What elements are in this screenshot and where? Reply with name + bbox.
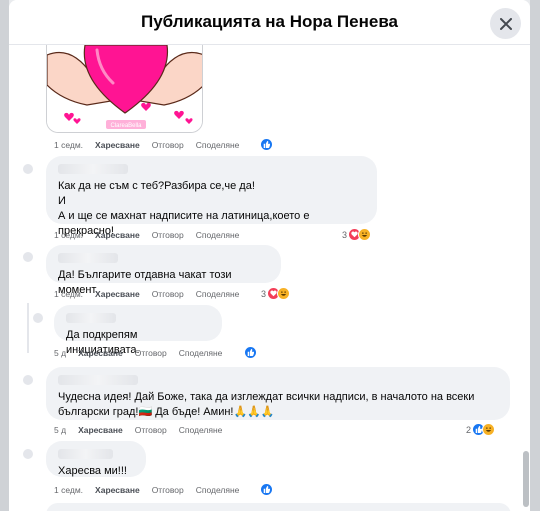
like-reaction-icon bbox=[260, 138, 273, 151]
like-button[interactable]: Харесване bbox=[78, 425, 123, 435]
scrollbar-thumb[interactable] bbox=[523, 451, 529, 507]
share-button[interactable]: Споделяне bbox=[179, 425, 223, 435]
share-button[interactable]: Споделяне bbox=[179, 348, 223, 358]
comment-text-line: български град!🇧🇬 Да бъде! Амин!🙏🙏🙏 bbox=[58, 406, 275, 418]
like-button[interactable]: Харесване bbox=[78, 348, 123, 358]
background-right bbox=[530, 0, 540, 511]
comment-text-line: И bbox=[58, 195, 66, 207]
comment-actions: 1 седм. Харесване Отговор Споделяне bbox=[54, 485, 251, 495]
comment-actions: 5 д Харесване Отговор Споделяне bbox=[54, 348, 234, 358]
like-button[interactable]: Харесване bbox=[95, 289, 140, 299]
share-button[interactable]: Споделяне bbox=[196, 230, 240, 240]
share-button[interactable]: Споделяне bbox=[196, 289, 240, 299]
reply-button[interactable]: Отговор bbox=[152, 485, 184, 495]
thread-line bbox=[27, 303, 29, 353]
comment-bubble: Как да не съм с теб?Разбира се,че да! И … bbox=[46, 156, 377, 237]
sticker-watermark: ClareaBella bbox=[110, 123, 142, 129]
comment-image[interactable]: ClareaBella bbox=[46, 45, 203, 133]
commenter-name[interactable] bbox=[58, 449, 113, 459]
share-button[interactable]: Споделяне bbox=[196, 485, 240, 495]
like-button[interactable]: Харесване bbox=[95, 140, 140, 150]
comments-list: ClareaBella 1 седм. Харесване Отговор Сп… bbox=[9, 45, 530, 511]
next-comment-bubble bbox=[46, 503, 511, 511]
reply-button[interactable]: Отговор bbox=[152, 289, 184, 299]
haha-reaction-icon bbox=[277, 287, 291, 300]
comment-actions: 1 седм. Харесване Отговор Споделяне bbox=[54, 289, 251, 299]
reactions[interactable]: 3 bbox=[342, 228, 372, 241]
comment-time[interactable]: 5 д bbox=[54, 348, 66, 358]
reaction-count: 3 bbox=[342, 229, 348, 240]
reply-button[interactable]: Отговор bbox=[152, 140, 184, 150]
haha-reaction-icon bbox=[482, 423, 496, 436]
reaction-count: 2 bbox=[466, 424, 472, 435]
share-button[interactable]: Споделяне bbox=[196, 140, 240, 150]
close-icon bbox=[499, 17, 512, 30]
comment-time[interactable]: 1 седм. bbox=[54, 140, 83, 150]
like-button[interactable]: Харесване bbox=[95, 230, 140, 240]
comment-time[interactable]: 1 седм. bbox=[54, 230, 83, 240]
reaction-count: 3 bbox=[261, 288, 267, 299]
dialog-header: Публикацията на Нора Пенева bbox=[9, 0, 530, 45]
like-reaction-icon bbox=[260, 483, 273, 496]
heart-sticker: ClareaBella bbox=[47, 45, 202, 132]
commenter-name[interactable] bbox=[58, 253, 118, 263]
reactions[interactable]: 2 bbox=[466, 423, 496, 436]
avatar[interactable] bbox=[23, 375, 33, 385]
reactions[interactable] bbox=[244, 346, 257, 359]
comment-actions: 1 седм. Харесване Отговор Споделяне bbox=[54, 230, 251, 240]
comment-bubble: Да подкрепям инициативата. bbox=[54, 305, 222, 356]
commenter-name[interactable] bbox=[58, 375, 138, 385]
reactions[interactable] bbox=[260, 138, 273, 151]
avatar[interactable] bbox=[23, 449, 33, 459]
reply-button[interactable]: Отговор bbox=[152, 230, 184, 240]
reply-button[interactable]: Отговор bbox=[135, 425, 167, 435]
dialog-title: Публикацията на Нора Пенева bbox=[140, 12, 399, 31]
haha-reaction-icon bbox=[358, 228, 372, 241]
reactions[interactable]: 3 bbox=[261, 287, 291, 300]
comment-actions: 1 седм. Харесване Отговор Споделяне bbox=[54, 140, 251, 150]
avatar[interactable] bbox=[23, 164, 33, 174]
commenter-name[interactable] bbox=[66, 313, 116, 323]
post-dialog: Публикацията на Нора Пенева ClareaBella … bbox=[9, 0, 530, 511]
comment-bubble: Харесва ми!!! bbox=[46, 441, 146, 477]
comment-time[interactable]: 1 седм. bbox=[54, 289, 83, 299]
comment-actions: 5 д Харесване Отговор Споделяне bbox=[54, 425, 234, 435]
like-button[interactable]: Харесване bbox=[95, 485, 140, 495]
close-button[interactable] bbox=[490, 8, 521, 39]
commenter-name[interactable] bbox=[58, 164, 128, 174]
comment-time[interactable]: 1 седм. bbox=[54, 485, 83, 495]
reply-button[interactable]: Отговор bbox=[135, 348, 167, 358]
like-reaction-icon bbox=[244, 346, 257, 359]
comment-bubble: Чудесна идея! Дай Боже, така да изглежда… bbox=[46, 367, 510, 420]
avatar[interactable] bbox=[33, 313, 43, 323]
comment-text-line: Харесва ми!!! bbox=[58, 465, 127, 477]
background-left bbox=[0, 0, 9, 511]
avatar[interactable] bbox=[23, 252, 33, 262]
comment-text-line: Чудесна идея! Дай Боже, така да изглежда… bbox=[58, 391, 475, 403]
comment-bubble: Да! Българите отдавна чакат този момент. bbox=[46, 245, 281, 296]
reactions[interactable] bbox=[260, 483, 273, 496]
comment-text-line: Как да не съм с теб?Разбира се,че да! bbox=[58, 180, 255, 192]
comment-time[interactable]: 5 д bbox=[54, 425, 66, 435]
